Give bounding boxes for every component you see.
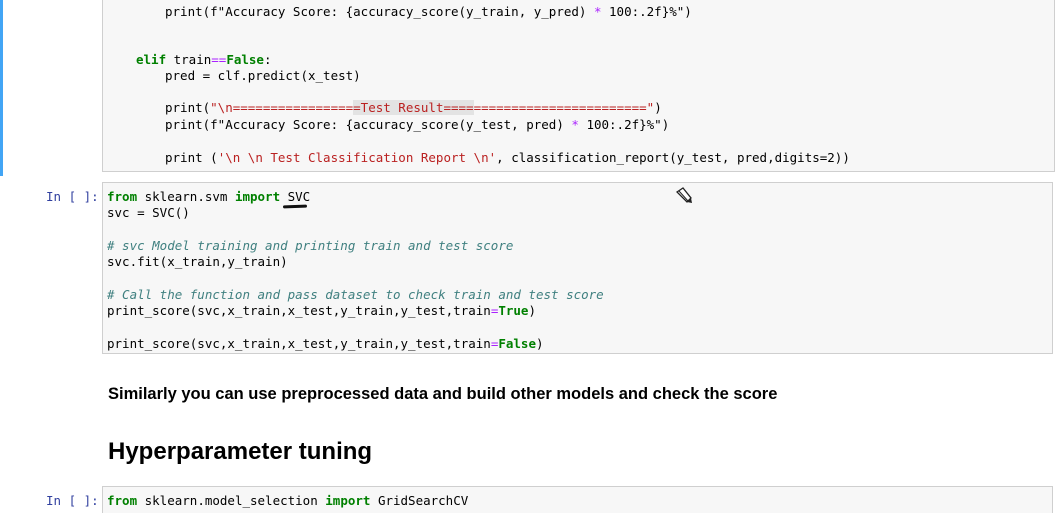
- code-line: from sklearn.svm import SVC: [107, 189, 311, 204]
- markdown-heading: Hyperparameter tuning: [108, 438, 373, 465]
- code-line: svc = SVC(): [107, 205, 190, 220]
- code-line: pred = clf.predict(x_test): [165, 68, 361, 83]
- code-editor-cell3[interactable]: from sklearn.model_selection import Grid…: [102, 486, 1053, 513]
- code-comment: # svc Model training and printing train …: [107, 238, 514, 253]
- code-line: print("\n=================Test Result===…: [165, 100, 662, 115]
- code-line: print_score(svc,x_train,x_test,y_train,y…: [107, 303, 536, 318]
- cell-selection-bar: [0, 0, 3, 176]
- code-line: print_score(svc,x_train,x_test,y_train,y…: [107, 336, 544, 351]
- code-line: from sklearn.model_selection import Grid…: [107, 493, 469, 508]
- code-line: elif train==False:: [136, 52, 272, 67]
- markdown-paragraph: Similarly you can use preprocessed data …: [108, 385, 778, 403]
- code-cell-print-score[interactable]: print(f"Accuracy Score: {accuracy_score(…: [0, 0, 1055, 176]
- cell-prompt: In [ ]:: [46, 493, 99, 508]
- code-comment: # Call the function and pass dataset to …: [107, 287, 604, 302]
- code-line: svc.fit(x_train,y_train): [107, 254, 288, 269]
- code-line: print ('\n \n Test Classification Report…: [165, 150, 850, 165]
- code-line: print(f"Accuracy Score: {accuracy_score(…: [165, 117, 670, 132]
- code-line: print(f"Accuracy Score: {accuracy_score(…: [165, 4, 692, 19]
- code-editor-cell2[interactable]: from sklearn.svm import SVC svc = SVC() …: [102, 182, 1053, 354]
- code-editor-cell1[interactable]: print(f"Accuracy Score: {accuracy_score(…: [102, 0, 1055, 172]
- cell-prompt: In [ ]:: [46, 189, 99, 204]
- pencil-cursor-icon: [675, 187, 692, 203]
